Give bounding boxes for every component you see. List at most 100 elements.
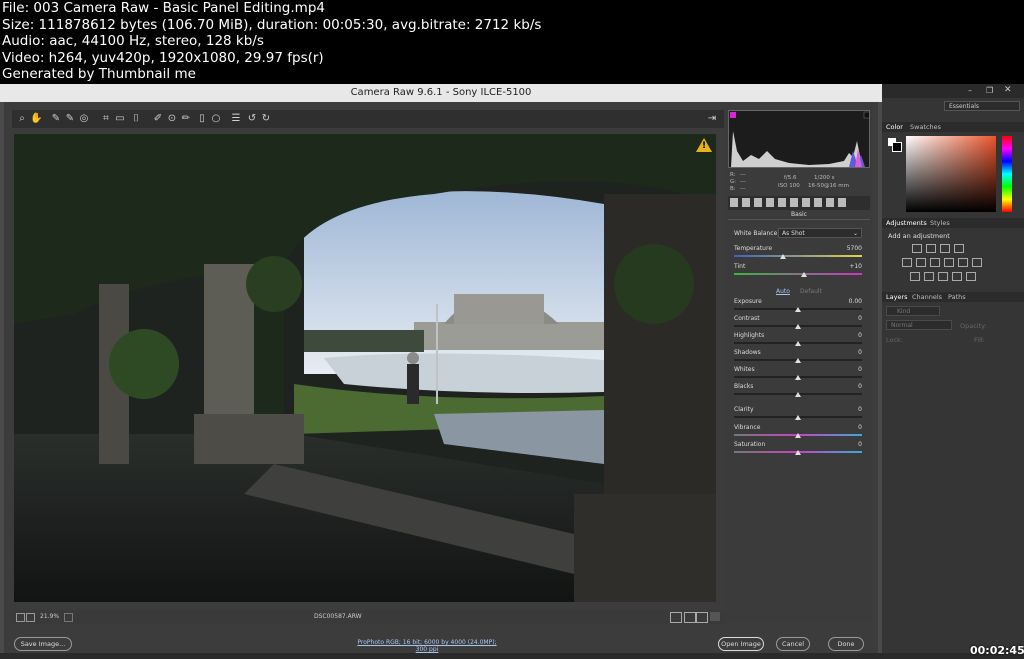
copy-settings-icon[interactable] — [696, 612, 708, 623]
saturation-value[interactable]: 0 — [858, 441, 862, 448]
preferences-icon[interactable]: ☰ — [230, 112, 242, 125]
detail-tab-icon[interactable] — [754, 198, 762, 207]
clarity-value[interactable]: 0 — [858, 406, 862, 413]
shadow-clipping-warning-icon[interactable] — [730, 112, 736, 118]
exposure-icon[interactable] — [954, 244, 964, 253]
fullscreen-icon[interactable]: ⇥ — [706, 112, 718, 125]
vibrance-icon[interactable] — [902, 258, 912, 267]
straighten-tool-icon[interactable]: ▭ — [114, 112, 126, 125]
selective-color-icon[interactable] — [966, 272, 976, 281]
image-preview[interactable]: ! — [14, 134, 716, 602]
lens-corrections-tab-icon[interactable] — [790, 198, 798, 207]
shadows-slider-thumb[interactable] — [795, 358, 801, 363]
blacks-value[interactable]: 0 — [858, 383, 862, 390]
color-balance-icon[interactable] — [930, 258, 940, 267]
snapshots-tab-icon[interactable] — [838, 198, 846, 207]
background-color-swatch[interactable] — [892, 142, 902, 152]
transform-tool-icon[interactable]: ⌷ — [130, 112, 142, 125]
warning-icon[interactable]: ! — [696, 138, 712, 152]
saturation-slider-thumb[interactable] — [795, 450, 801, 455]
open-image-button[interactable]: Open Image — [718, 637, 764, 651]
save-image-button[interactable]: Save Image... — [14, 637, 72, 651]
close-icon[interactable]: ✕ — [1004, 85, 1012, 95]
done-button[interactable]: Done — [828, 637, 864, 651]
hue-saturation-icon[interactable] — [916, 258, 926, 267]
zoom-dropdown-icon[interactable] — [64, 613, 73, 622]
radial-filter-icon[interactable]: ○ — [210, 112, 222, 125]
default-link[interactable]: Default — [800, 288, 822, 295]
red-eye-icon[interactable]: ⊙ — [166, 112, 178, 125]
zoom-tool-icon[interactable]: ⌕ — [16, 112, 28, 125]
auto-link[interactable]: Auto — [776, 288, 790, 295]
curves-icon[interactable] — [940, 244, 950, 253]
tab-color[interactable]: Color — [886, 123, 903, 131]
presets-tab-icon[interactable] — [826, 198, 834, 207]
rotate-right-icon[interactable]: ↻ — [260, 112, 272, 125]
workflow-options-link[interactable]: ProPhoto RGB; 16 bit; 6000 by 4000 (24.0… — [352, 639, 502, 653]
temperature-slider[interactable] — [734, 255, 862, 257]
toggle-settings-icon[interactable] — [710, 612, 720, 621]
shadows-value[interactable]: 0 — [858, 349, 862, 356]
camera-calibration-tab-icon[interactable] — [814, 198, 822, 207]
clarity-slider-thumb[interactable] — [795, 415, 801, 420]
tab-styles[interactable]: Styles — [930, 219, 950, 227]
exposure-slider-thumb[interactable] — [795, 307, 801, 312]
spot-removal-icon[interactable]: ✐ — [152, 112, 164, 125]
zoom-out-icon[interactable] — [16, 613, 25, 622]
temperature-value[interactable]: 5700 — [847, 245, 862, 252]
hand-tool-icon[interactable]: ✋ — [30, 112, 42, 125]
black-white-icon[interactable] — [944, 258, 954, 267]
targeted-adjustment-icon[interactable]: ◎ — [78, 112, 90, 125]
whites-slider-thumb[interactable] — [795, 375, 801, 380]
zoom-level[interactable]: 21.9% — [40, 610, 59, 624]
tab-channels[interactable]: Channels — [912, 293, 942, 301]
tab-swatches[interactable]: Swatches — [910, 123, 941, 131]
invert-icon[interactable] — [910, 272, 920, 281]
adjustment-brush-icon[interactable]: ✏ — [180, 112, 192, 125]
brightness-contrast-icon[interactable] — [912, 244, 922, 253]
swap-settings-icon[interactable] — [684, 612, 696, 623]
exposure-value[interactable]: 0.00 — [849, 298, 862, 305]
channel-mixer-icon[interactable] — [972, 258, 982, 267]
tab-paths[interactable]: Paths — [948, 293, 966, 301]
vibrance-slider-thumb[interactable] — [795, 433, 801, 438]
levels-icon[interactable] — [926, 244, 936, 253]
gradient-map-icon[interactable] — [952, 272, 962, 281]
tab-adjustments[interactable]: Adjustments — [886, 219, 927, 227]
hue-slider[interactable] — [1002, 136, 1012, 212]
highlights-value[interactable]: 0 — [858, 332, 862, 339]
tint-slider[interactable] — [734, 273, 862, 275]
split-toning-tab-icon[interactable] — [778, 198, 786, 207]
tint-value[interactable]: +10 — [849, 263, 862, 270]
layer-filter-kind[interactable]: Kind — [886, 306, 940, 316]
cancel-button[interactable]: Cancel — [776, 637, 810, 651]
posterize-icon[interactable] — [924, 272, 934, 281]
rotate-left-icon[interactable]: ↺ — [246, 112, 258, 125]
crop-tool-icon[interactable]: ⌗ — [100, 112, 112, 125]
basic-tab-icon[interactable] — [730, 198, 738, 207]
photo-filter-icon[interactable] — [958, 258, 968, 267]
whites-value[interactable]: 0 — [858, 366, 862, 373]
restore-icon[interactable]: ❐ — [986, 86, 993, 95]
tint-slider-thumb[interactable] — [801, 272, 808, 277]
zoom-in-icon[interactable] — [26, 613, 35, 622]
blacks-slider-thumb[interactable] — [795, 392, 801, 397]
graduated-filter-icon[interactable]: ▯ — [196, 112, 208, 125]
color-sampler-icon[interactable]: ✎ — [64, 112, 76, 125]
white-balance-tool-icon[interactable]: ✎ — [50, 112, 62, 125]
vibrance-value[interactable]: 0 — [858, 424, 862, 431]
color-field[interactable] — [906, 136, 996, 212]
minimize-icon[interactable]: – — [968, 86, 972, 95]
before-after-icon[interactable] — [670, 612, 682, 623]
effects-tab-icon[interactable] — [802, 198, 810, 207]
temperature-slider-thumb[interactable] — [779, 254, 786, 259]
highlights-slider-thumb[interactable] — [795, 341, 801, 346]
workspace-select[interactable]: Essentials — [944, 101, 1020, 111]
blend-mode-select[interactable]: Normal — [886, 320, 952, 330]
white-balance-select[interactable]: As Shot ⌄ — [778, 228, 862, 238]
tone-curve-tab-icon[interactable] — [742, 198, 750, 207]
contrast-slider-thumb[interactable] — [795, 324, 801, 329]
threshold-icon[interactable] — [938, 272, 948, 281]
highlight-clipping-warning-icon[interactable] — [863, 111, 870, 119]
hsl-tab-icon[interactable] — [766, 198, 774, 207]
